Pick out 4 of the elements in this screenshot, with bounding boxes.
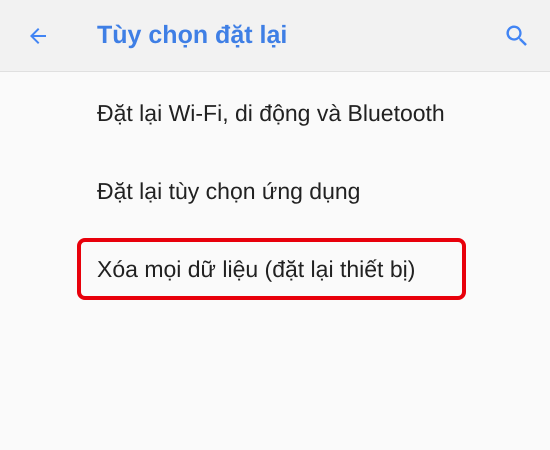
settings-item[interactable]: Đặt lại tùy chọn ứng dụng [97, 174, 360, 208]
screen-title: Tùy chọn đặt lại [97, 20, 288, 51]
highlighted-settings-item[interactable]: Xóa mọi dữ liệu (đặt lại thiết bị) [77, 238, 466, 300]
settings-item[interactable]: Đặt lại Wi-Fi, di động và Bluetooth [97, 96, 445, 130]
